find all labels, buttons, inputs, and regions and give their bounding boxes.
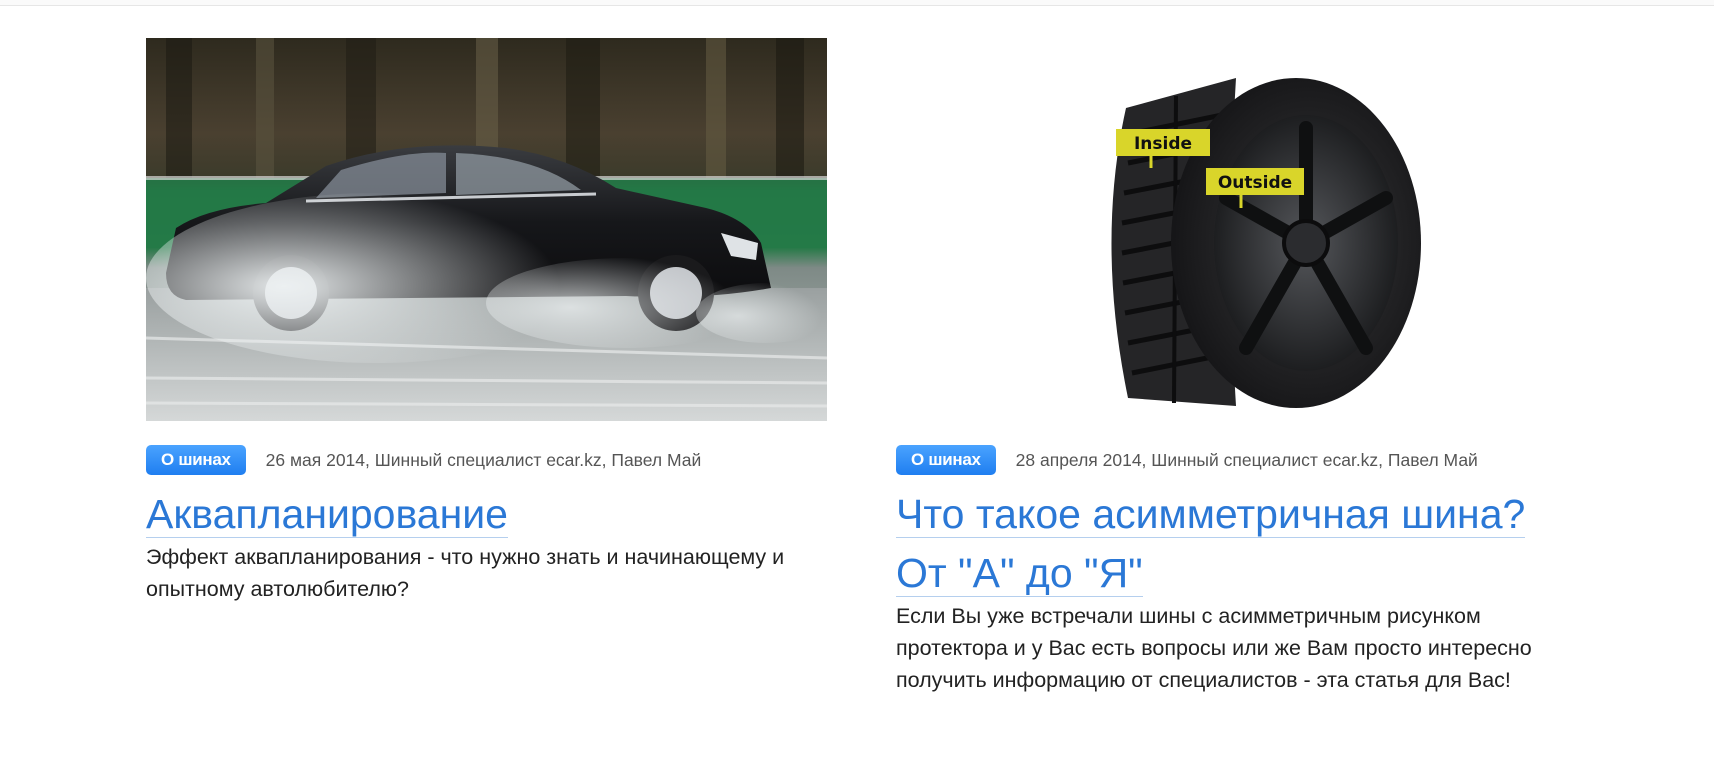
article-title-link[interactable]: Аквапланирование bbox=[146, 491, 508, 538]
article-meta: О шинах 28 апреля 2014, Шинный специалис… bbox=[896, 445, 1478, 475]
article-date-author: 28 апреля 2014, Шинный специалист ecar.k… bbox=[1015, 449, 1478, 470]
article-image-link[interactable] bbox=[145, 38, 836, 421]
asymmetric-tire-image: Inside Outside bbox=[896, 38, 1577, 421]
car-hydroplaning-image bbox=[145, 38, 836, 421]
article-title-link-line1[interactable]: Что такое асимметричная шина? bbox=[896, 491, 1526, 538]
inside-label: Inside bbox=[1134, 134, 1192, 154]
article-meta: О шинах 26 мая 2014, Шинный специалист e… bbox=[146, 445, 701, 475]
outside-label: Outside bbox=[1218, 173, 1292, 193]
article-title: Что такое асимметричная шина? От "А" до … bbox=[896, 485, 1596, 603]
article-title-link-line2[interactable]: От "А" до "Я" bbox=[896, 550, 1143, 597]
article-excerpt: Эффект аквапланирования - что нужно знат… bbox=[146, 545, 785, 601]
article-date-author: 26 мая 2014, Шинный специалист ecar.kz, … bbox=[265, 449, 702, 470]
article-excerpt: Если Вы уже встречали шины с асимметричн… bbox=[896, 604, 1532, 692]
category-badge[interactable]: О шинах bbox=[146, 445, 246, 475]
category-badge[interactable]: О шинах bbox=[896, 445, 996, 475]
top-divider bbox=[0, 0, 1714, 6]
article-image-link[interactable]: Inside Outside bbox=[896, 38, 1577, 421]
article-title: Аквапланирование bbox=[146, 485, 508, 544]
